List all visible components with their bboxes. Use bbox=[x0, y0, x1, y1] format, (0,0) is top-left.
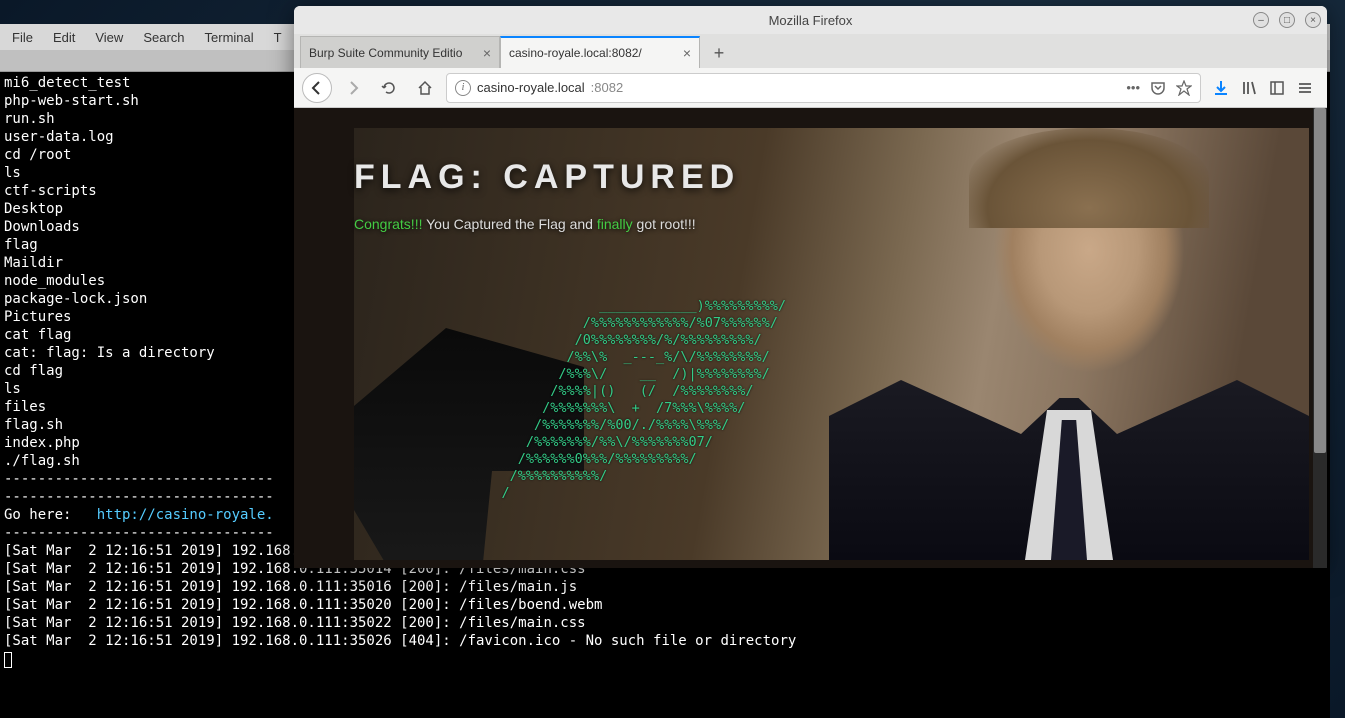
maximize-button[interactable]: □ bbox=[1279, 12, 1295, 28]
page-actions-icon[interactable]: ••• bbox=[1126, 80, 1140, 95]
tab-close-icon[interactable]: × bbox=[483, 45, 491, 61]
home-button[interactable] bbox=[410, 73, 440, 103]
sidebar-icon[interactable] bbox=[1269, 80, 1285, 96]
go-here-url[interactable]: http://casino-royale. bbox=[97, 507, 274, 523]
nav-toolbar: i casino-royale.local :8082 ••• bbox=[294, 68, 1327, 108]
minimize-button[interactable]: – bbox=[1253, 12, 1269, 28]
bookmark-star-icon[interactable] bbox=[1176, 80, 1192, 96]
tab-casino[interactable]: casino-royale.local:8082/ × bbox=[500, 36, 700, 68]
downloads-icon[interactable] bbox=[1213, 80, 1229, 96]
firefox-window: Mozilla Firefox – □ × Burp Suite Communi… bbox=[294, 6, 1327, 568]
hair-shape bbox=[969, 128, 1209, 228]
forward-button bbox=[338, 73, 368, 103]
reload-icon bbox=[381, 80, 397, 96]
menu-terminal[interactable]: Terminal bbox=[197, 26, 262, 49]
tab-label: Burp Suite Community Editio bbox=[309, 46, 477, 60]
congrats-finally: finally bbox=[597, 216, 633, 232]
congrats-mid: You Captured the Flag and bbox=[422, 216, 596, 232]
toolbar-right bbox=[1207, 80, 1319, 96]
congrats-suffix: got root!!! bbox=[633, 216, 696, 232]
menu-edit[interactable]: Edit bbox=[45, 26, 83, 49]
page-content[interactable]: FLAG: CAPTURED Congrats!!! You Captured … bbox=[294, 108, 1327, 568]
pocket-icon[interactable] bbox=[1150, 80, 1166, 96]
congrats-prefix: Congrats!!! bbox=[354, 216, 422, 232]
firefox-window-title: Mozilla Firefox bbox=[769, 13, 853, 28]
library-icon[interactable] bbox=[1241, 80, 1257, 96]
scrollbar-thumb[interactable] bbox=[1314, 108, 1326, 453]
terminal-cursor bbox=[4, 652, 12, 668]
menu-view[interactable]: View bbox=[87, 26, 131, 49]
tab-burp[interactable]: Burp Suite Community Editio × bbox=[300, 36, 500, 68]
window-controls: – □ × bbox=[1253, 12, 1321, 28]
menu-tabs-cut[interactable]: T bbox=[266, 26, 290, 49]
menu-search[interactable]: Search bbox=[135, 26, 192, 49]
url-host: casino-royale.local bbox=[477, 80, 585, 95]
back-button[interactable] bbox=[302, 73, 332, 103]
congrats-line: Congrats!!! You Captured the Flag and fi… bbox=[354, 216, 696, 232]
flag-heading: FLAG: CAPTURED bbox=[354, 158, 740, 197]
url-bar[interactable]: i casino-royale.local :8082 ••• bbox=[446, 73, 1201, 103]
go-here-label: Go here: bbox=[4, 507, 97, 523]
terminal-sep: -------------------------------- bbox=[4, 525, 274, 541]
new-tab-button[interactable]: + bbox=[704, 38, 734, 68]
tab-close-icon[interactable]: × bbox=[683, 45, 691, 61]
close-button[interactable]: × bbox=[1305, 12, 1321, 28]
menu-file[interactable]: File bbox=[4, 26, 41, 49]
page-background: FLAG: CAPTURED Congrats!!! You Captured … bbox=[294, 108, 1327, 568]
menu-icon[interactable] bbox=[1297, 80, 1313, 96]
reload-button[interactable] bbox=[374, 73, 404, 103]
site-info-icon[interactable]: i bbox=[455, 80, 471, 96]
tab-strip: Burp Suite Community Editio × casino-roy… bbox=[294, 34, 1327, 68]
home-icon bbox=[417, 80, 433, 96]
scrollbar[interactable] bbox=[1313, 108, 1327, 568]
tab-label: casino-royale.local:8082/ bbox=[509, 46, 677, 60]
ascii-art: ____________)%%%%%%%%%/ /%%%%%%%%%%%%/%0… bbox=[404, 298, 786, 502]
terminal-output: mi6_detect_test php-web-start.sh run.sh … bbox=[4, 75, 274, 505]
arrow-right-icon bbox=[345, 80, 361, 96]
url-port: :8082 bbox=[591, 80, 624, 95]
arrow-left-icon bbox=[309, 80, 325, 96]
firefox-titlebar[interactable]: Mozilla Firefox – □ × bbox=[294, 6, 1327, 34]
